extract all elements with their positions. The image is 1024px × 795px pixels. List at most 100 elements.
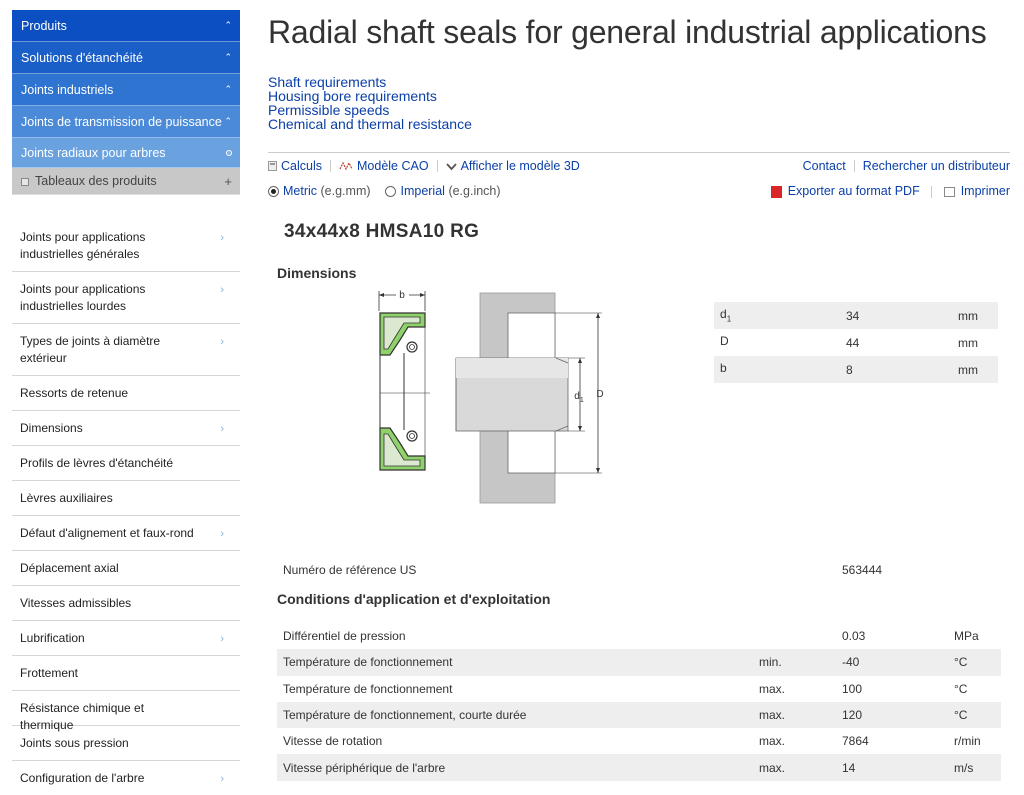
sidebar-nav-label: Défaut d'alignement et faux-rond bbox=[20, 526, 194, 540]
sidebar-nav-item[interactable]: Lubrification › bbox=[12, 621, 240, 656]
sidebar-nav-item[interactable]: Profils de lèvres d'étanchéité bbox=[12, 446, 240, 481]
dimension-row: D 44 mm bbox=[714, 329, 998, 356]
imperial-note: (e.g.inch) bbox=[448, 184, 501, 198]
condition-unit: °C bbox=[954, 708, 968, 723]
condition-value: -40 bbox=[842, 655, 860, 670]
cad-icon bbox=[339, 161, 353, 170]
condition-row: Différentiel de pression 0.03 MPa bbox=[277, 623, 1001, 649]
find-distributor-link[interactable]: Rechercher un distributeur bbox=[863, 159, 1010, 173]
sidebar-nav-item[interactable]: Ressorts de retenue bbox=[12, 376, 240, 411]
crumb-label: Produits bbox=[21, 18, 67, 33]
metric-label[interactable]: Metric bbox=[283, 184, 317, 198]
crumb-tableaux[interactable]: Tableaux des produits + bbox=[12, 168, 240, 195]
label-d1-subscript: 1 bbox=[580, 397, 584, 404]
sidebar-nav-item[interactable]: Frottement bbox=[12, 656, 240, 691]
condition-qualifier: max. bbox=[759, 708, 786, 723]
condition-unit: r/min bbox=[954, 734, 981, 749]
metric-radio[interactable] bbox=[268, 186, 279, 198]
condition-qualifier: max. bbox=[759, 734, 786, 749]
chevron-right-icon: › bbox=[220, 423, 224, 435]
condition-label: Différentiel de pression bbox=[283, 629, 406, 644]
product-name: 34x44x8 HMSA10 RG bbox=[284, 221, 480, 242]
export-pdf-label: Exporter au format PDF bbox=[787, 184, 920, 198]
condition-unit: °C bbox=[954, 655, 968, 670]
condition-row: Température de fonctionnement, courte du… bbox=[277, 701, 1001, 729]
sidebar-nav-item[interactable]: Joints pour applications industrielles l… bbox=[12, 272, 240, 324]
metric-note: (e.g.mm) bbox=[320, 184, 371, 198]
reference-value: 563444 bbox=[842, 563, 883, 577]
page-title: Radial shaft seals for general industria… bbox=[268, 14, 987, 50]
sidebar-nav-label: Configuration de l'arbre bbox=[20, 771, 145, 785]
condition-label: Température de fonctionnement bbox=[283, 655, 453, 670]
chevron-right-icon: › bbox=[220, 336, 224, 348]
condition-label: Vitesse de rotation bbox=[283, 734, 383, 749]
cube-icon bbox=[445, 162, 457, 170]
sidebar-nav-item[interactable]: Joints pour applications industrielles g… bbox=[12, 220, 240, 272]
crumb-produits[interactable]: Produits ⌃ bbox=[12, 10, 240, 42]
crumb-label: Joints radiaux pour arbres bbox=[21, 145, 166, 160]
condition-value: 100 bbox=[842, 681, 863, 696]
condition-qualifier: max. bbox=[759, 760, 786, 775]
chevron-right-icon: › bbox=[220, 773, 224, 785]
plus-icon[interactable]: + bbox=[224, 174, 232, 189]
imperial-label[interactable]: Imperial bbox=[400, 184, 444, 198]
dimension-value: 44 bbox=[846, 335, 860, 350]
crumb-label: Joints industriels bbox=[21, 82, 114, 97]
cad-model-button[interactable]: Modèle CAO bbox=[339, 159, 429, 173]
sidebar-nav-item[interactable]: Dimensions › bbox=[12, 411, 240, 446]
imperial-radio[interactable] bbox=[385, 186, 397, 198]
calculs-button[interactable]: Calculs bbox=[268, 159, 322, 173]
sidebar-nav-label: Joints pour applications industrielles l… bbox=[20, 282, 146, 313]
current-dot-icon bbox=[226, 149, 232, 156]
condition-value: 120 bbox=[842, 708, 863, 723]
crumb-solutions[interactable]: Solutions d'étanchéité ⌃ bbox=[12, 42, 240, 74]
3d-label: Afficher le modèle 3D bbox=[460, 158, 580, 173]
link-chemical-thermal[interactable]: Chemical and thermal resistance bbox=[268, 117, 472, 131]
crumb-label: Joints de transmission de puissance bbox=[21, 114, 222, 129]
condition-row: Vitesse périphérique de l'arbre max. 14 m/s bbox=[277, 754, 1001, 781]
link-permissible-speeds[interactable]: Permissible speeds bbox=[268, 103, 472, 117]
condition-row: Température de fonctionnement min. -40 °C bbox=[277, 649, 1001, 676]
dimension-unit: mm bbox=[958, 335, 978, 350]
crumb-joints-industriels[interactable]: Joints industriels ⌃ bbox=[12, 74, 240, 106]
calculs-label: Calculs bbox=[281, 158, 322, 173]
sidebar-nav-item[interactable]: Déplacement axial bbox=[12, 551, 240, 586]
link-housing-bore[interactable]: Housing bore requirements bbox=[268, 89, 472, 103]
sidebar-nav: Joints pour applications industrielles g… bbox=[12, 220, 240, 795]
sidebar-nav-item[interactable]: Lèvres auxiliaires bbox=[12, 481, 240, 516]
sidebar-nav-item[interactable]: Résistance chimique et thermique bbox=[12, 691, 240, 732]
sidebar-nav-label: Résistance chimique et thermique bbox=[20, 701, 145, 732]
sidebar-nav-label: Frottement bbox=[20, 666, 79, 680]
sidebar-nav-item[interactable]: Défaut d'alignement et faux-rond › bbox=[12, 516, 240, 551]
dimension-key: b bbox=[720, 361, 727, 376]
sidebar-nav-item[interactable]: Types de joints à diamètre extérieur › bbox=[12, 324, 240, 376]
calculator-icon bbox=[268, 160, 277, 171]
crumb-joints-radiaux[interactable]: Joints radiaux pour arbres bbox=[12, 138, 240, 168]
cad-label: Modèle CAO bbox=[357, 158, 429, 173]
condition-qualifier: max. bbox=[759, 681, 786, 696]
quick-links: Shaft requirements Housing bore requirem… bbox=[268, 75, 472, 131]
sidebar-breadcrumb: Produits ⌃ Solutions d'étanchéité ⌃ Join… bbox=[12, 10, 240, 195]
chevron-right-icon: › bbox=[220, 284, 224, 296]
seal-drawing: b d1 D bbox=[378, 288, 604, 504]
sidebar-nav-item[interactable]: Configuration de l'arbre › bbox=[12, 761, 240, 795]
contact-link[interactable]: Contact bbox=[803, 159, 846, 173]
link-shaft-requirements[interactable]: Shaft requirements bbox=[268, 75, 472, 89]
label-D: D bbox=[596, 389, 603, 400]
crumb-transmission[interactable]: Joints de transmission de puissance ⌃ bbox=[12, 106, 240, 138]
export-pdf-button[interactable]: Exporter au format PDF bbox=[770, 184, 920, 198]
sidebar-nav-label: Vitesses admissibles bbox=[20, 596, 132, 610]
conditions-table: Différentiel de pression 0.03 MPa Températu… bbox=[277, 623, 1001, 781]
dimension-unit: mm bbox=[958, 308, 978, 323]
print-button[interactable]: Imprimer bbox=[943, 184, 1010, 198]
condition-qualifier: min. bbox=[759, 655, 782, 670]
sidebar-nav-item[interactable]: Vitesses admissibles bbox=[12, 586, 240, 621]
show-3d-button[interactable]: Afficher le modèle 3D bbox=[445, 158, 580, 173]
chevron-right-icon: › bbox=[220, 528, 224, 540]
condition-value: 7864 bbox=[842, 734, 869, 749]
sidebar-nav-label: Dimensions bbox=[20, 421, 83, 435]
label-b: b bbox=[399, 290, 405, 301]
chevron-up-icon: ⌃ bbox=[224, 116, 232, 126]
condition-unit: m/s bbox=[954, 760, 974, 775]
chevron-up-icon: ⌃ bbox=[224, 84, 232, 94]
